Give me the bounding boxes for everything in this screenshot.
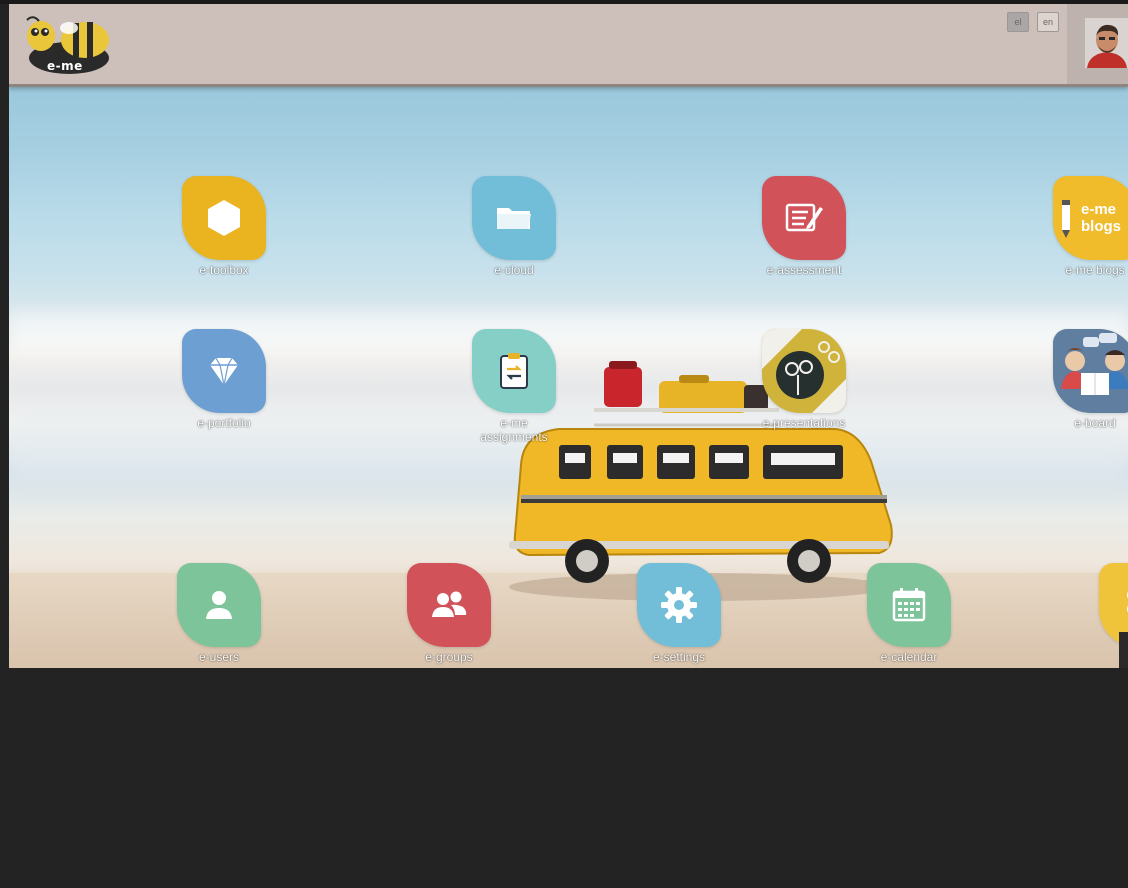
tile-bg xyxy=(762,329,846,413)
forum-icon xyxy=(1061,333,1128,395)
app-e-presentations[interactable]: e-presentations xyxy=(762,329,846,430)
pencil-icon xyxy=(1062,200,1070,238)
app-label: e-cloud xyxy=(494,263,534,277)
dandelion-icon xyxy=(762,329,846,413)
tile-bg xyxy=(177,563,261,647)
blogs-icon-text-line: e-me blogs xyxy=(1081,201,1121,235)
user-icon xyxy=(206,591,232,619)
tile-bg xyxy=(762,176,846,260)
tile-bg xyxy=(472,329,556,413)
app-label: e-portfolio xyxy=(197,416,251,430)
app-label: e-assessment xyxy=(766,263,842,277)
background-sea-haze xyxy=(9,312,1128,352)
app-e-board[interactable]: e-board xyxy=(1053,329,1128,430)
app-e-calendar[interactable]: e-calendar xyxy=(867,563,951,664)
tile-bg xyxy=(182,176,266,260)
diamond-icon xyxy=(210,357,238,386)
desktop-area: e-toolbox e-cloud e-assessment e-me blog… xyxy=(9,87,1128,668)
partial-yellow-icon xyxy=(1127,591,1128,613)
app-label: e-toolbox xyxy=(199,263,249,277)
app-label: e-groups xyxy=(425,650,473,664)
user-menu[interactable] xyxy=(1067,4,1128,84)
top-header: e-me el en xyxy=(9,4,1128,87)
calendar-icon xyxy=(892,588,926,622)
app-label: e-me blogs xyxy=(1065,263,1125,277)
app-e-settings[interactable]: e-settings xyxy=(637,563,721,664)
app-e-portfolio[interactable]: e-portfolio xyxy=(182,329,266,430)
app-e-me-blogs[interactable]: e-me blogs e-me blogs xyxy=(1053,176,1128,277)
e-me-app-frame: e-me el en e-toolbox e-cloud e-assessmen… xyxy=(9,4,1128,668)
tile-bg xyxy=(1053,329,1128,413)
lang-en-button[interactable]: en xyxy=(1037,12,1059,32)
app-label: e-users xyxy=(198,650,239,664)
app-label: e-calendar xyxy=(880,650,938,664)
app-label: e-presentations xyxy=(762,416,846,430)
hexagon-icon xyxy=(208,200,240,236)
users-icon xyxy=(432,591,467,617)
app-e-groups[interactable]: e-groups xyxy=(407,563,491,664)
app-e-toolbox[interactable]: e-toolbox xyxy=(182,176,266,277)
app-e-cloud[interactable]: e-cloud xyxy=(472,176,556,277)
app-label: e-board xyxy=(1074,416,1116,430)
logo-text: e-me xyxy=(47,59,83,73)
scrollbar-thumb[interactable] xyxy=(1119,632,1128,668)
tile-bg xyxy=(637,563,721,647)
tile-bg: e-me blogs xyxy=(1053,176,1128,260)
lang-el-button[interactable]: el xyxy=(1007,12,1029,32)
edit-list-icon xyxy=(785,203,823,232)
app-e-assessment[interactable]: e-assessment xyxy=(762,176,846,277)
avatar[interactable] xyxy=(1085,18,1128,68)
user-photo-icon xyxy=(1085,18,1128,68)
tile-bg xyxy=(472,176,556,260)
app-e-me-assignments[interactable]: e-me assignments xyxy=(472,329,556,444)
tile-bg xyxy=(867,563,951,647)
clipboard-icon xyxy=(500,353,528,389)
tile-bg xyxy=(407,563,491,647)
app-e-users[interactable]: e-users xyxy=(177,563,261,664)
gear-icon xyxy=(661,587,697,623)
app-label: e-me assignments xyxy=(480,416,548,444)
tile-bg xyxy=(182,329,266,413)
app-label: e-settings xyxy=(652,650,706,664)
blogs-icon: e-me blogs xyxy=(1081,201,1121,235)
folder-icon xyxy=(497,208,531,229)
e-me-logo[interactable]: e-me xyxy=(19,12,111,78)
